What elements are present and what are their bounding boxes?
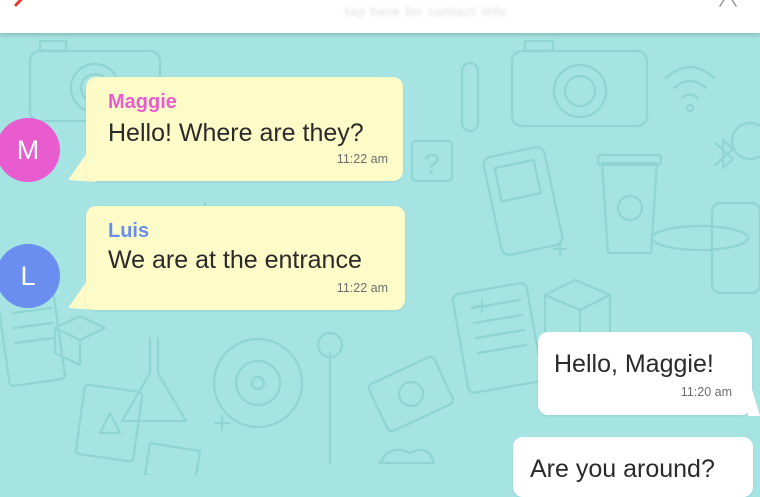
sender-name: Maggie (108, 91, 177, 113)
message-time: 11:20 am (680, 385, 732, 399)
bubble-tail (748, 376, 760, 416)
message-bubble-outgoing[interactable]: Hello, Maggie! 11:20 am (538, 332, 752, 415)
message-bubble-maggie[interactable]: Maggie Hello! Where are they? 11:22 am (86, 77, 403, 181)
sender-name: Luis (108, 220, 150, 242)
message-bubble-luis[interactable]: Luis We are at the entrance 11:22 am (86, 206, 405, 310)
chevron-left-icon[interactable] (10, 0, 30, 8)
message-time: 11:22 am (336, 281, 388, 295)
person-icon[interactable] (718, 0, 738, 8)
header-subtitle[interactable]: tap here for contact info (345, 4, 675, 24)
message-text: Hello! Where are they? (108, 119, 364, 147)
message-bubble-outgoing[interactable]: Are you around? (513, 437, 753, 497)
message-time: 11:22 am (336, 152, 388, 166)
message-text: We are at the entrance (108, 246, 362, 274)
message-text: Hello, Maggie! (554, 350, 714, 378)
svg-text:?: ? (424, 148, 440, 179)
message-text: Are you around? (530, 455, 715, 483)
chat-header: tap here for contact info (0, 0, 760, 33)
